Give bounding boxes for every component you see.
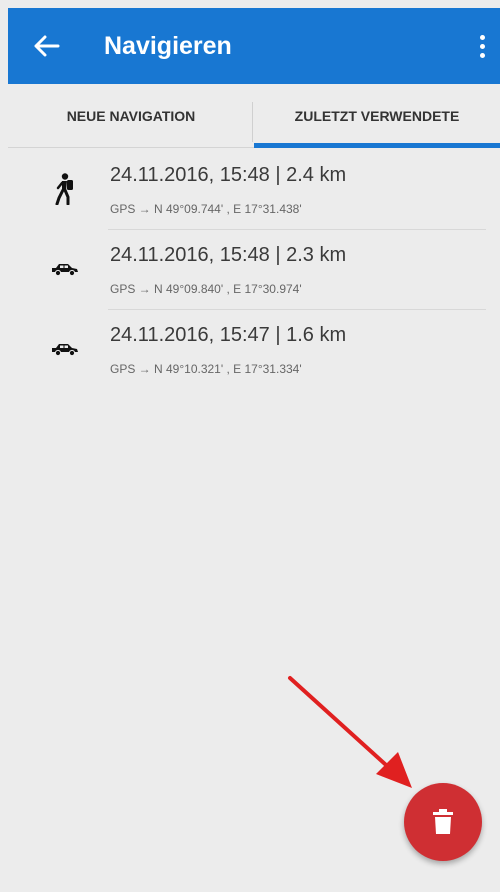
more-vert-icon xyxy=(479,34,485,40)
app-bar: Navigieren xyxy=(8,8,500,84)
tab-new-navigation[interactable]: NEUE NAVIGATION xyxy=(8,84,254,147)
delete-button[interactable] xyxy=(404,783,482,861)
car-icon xyxy=(48,332,82,366)
item-subtitle: GPS → N 49°10.321' , E 17°31.334' xyxy=(110,362,302,376)
recent-list: 24.11.2016, 15:48 | 2.4 km GPS → N 49°09… xyxy=(8,150,500,390)
list-item[interactable]: 24.11.2016, 15:47 | 1.6 km GPS → N 49°10… xyxy=(8,310,500,390)
more-vert-dot xyxy=(479,43,485,49)
item-title: 24.11.2016, 15:47 | 1.6 km xyxy=(110,324,347,346)
item-subtitle: GPS → N 49°09.744' , E 17°31.438' xyxy=(110,202,302,216)
back-button[interactable] xyxy=(8,8,86,84)
list-item[interactable]: 24.11.2016, 15:48 | 2.4 km GPS → N 49°09… xyxy=(8,150,500,230)
car-icon xyxy=(48,252,82,286)
item-title: 24.11.2016, 15:48 | 2.3 km xyxy=(110,244,347,266)
screen: Navigieren NEUE NAVIGATION ZULETZT VERWE… xyxy=(0,0,500,892)
list-item[interactable]: 24.11.2016, 15:48 | 2.3 km GPS → N 49°09… xyxy=(8,230,500,310)
more-options-button[interactable] xyxy=(470,28,494,64)
trash-icon xyxy=(433,809,453,834)
tab-recently-used[interactable]: ZULETZT VERWENDETE xyxy=(254,84,500,148)
item-subtitle: GPS → N 49°09.840' , E 17°30.974' xyxy=(110,282,302,296)
tab-divider xyxy=(252,102,253,142)
item-title: 24.11.2016, 15:48 | 2.4 km xyxy=(110,164,347,186)
page-title: Navigieren xyxy=(104,31,232,60)
more-vert-dot xyxy=(479,52,485,58)
hiking-icon xyxy=(48,172,82,206)
tab-bar: NEUE NAVIGATION ZULETZT VERWENDETE xyxy=(8,84,500,148)
arrow-left-icon xyxy=(34,35,60,57)
